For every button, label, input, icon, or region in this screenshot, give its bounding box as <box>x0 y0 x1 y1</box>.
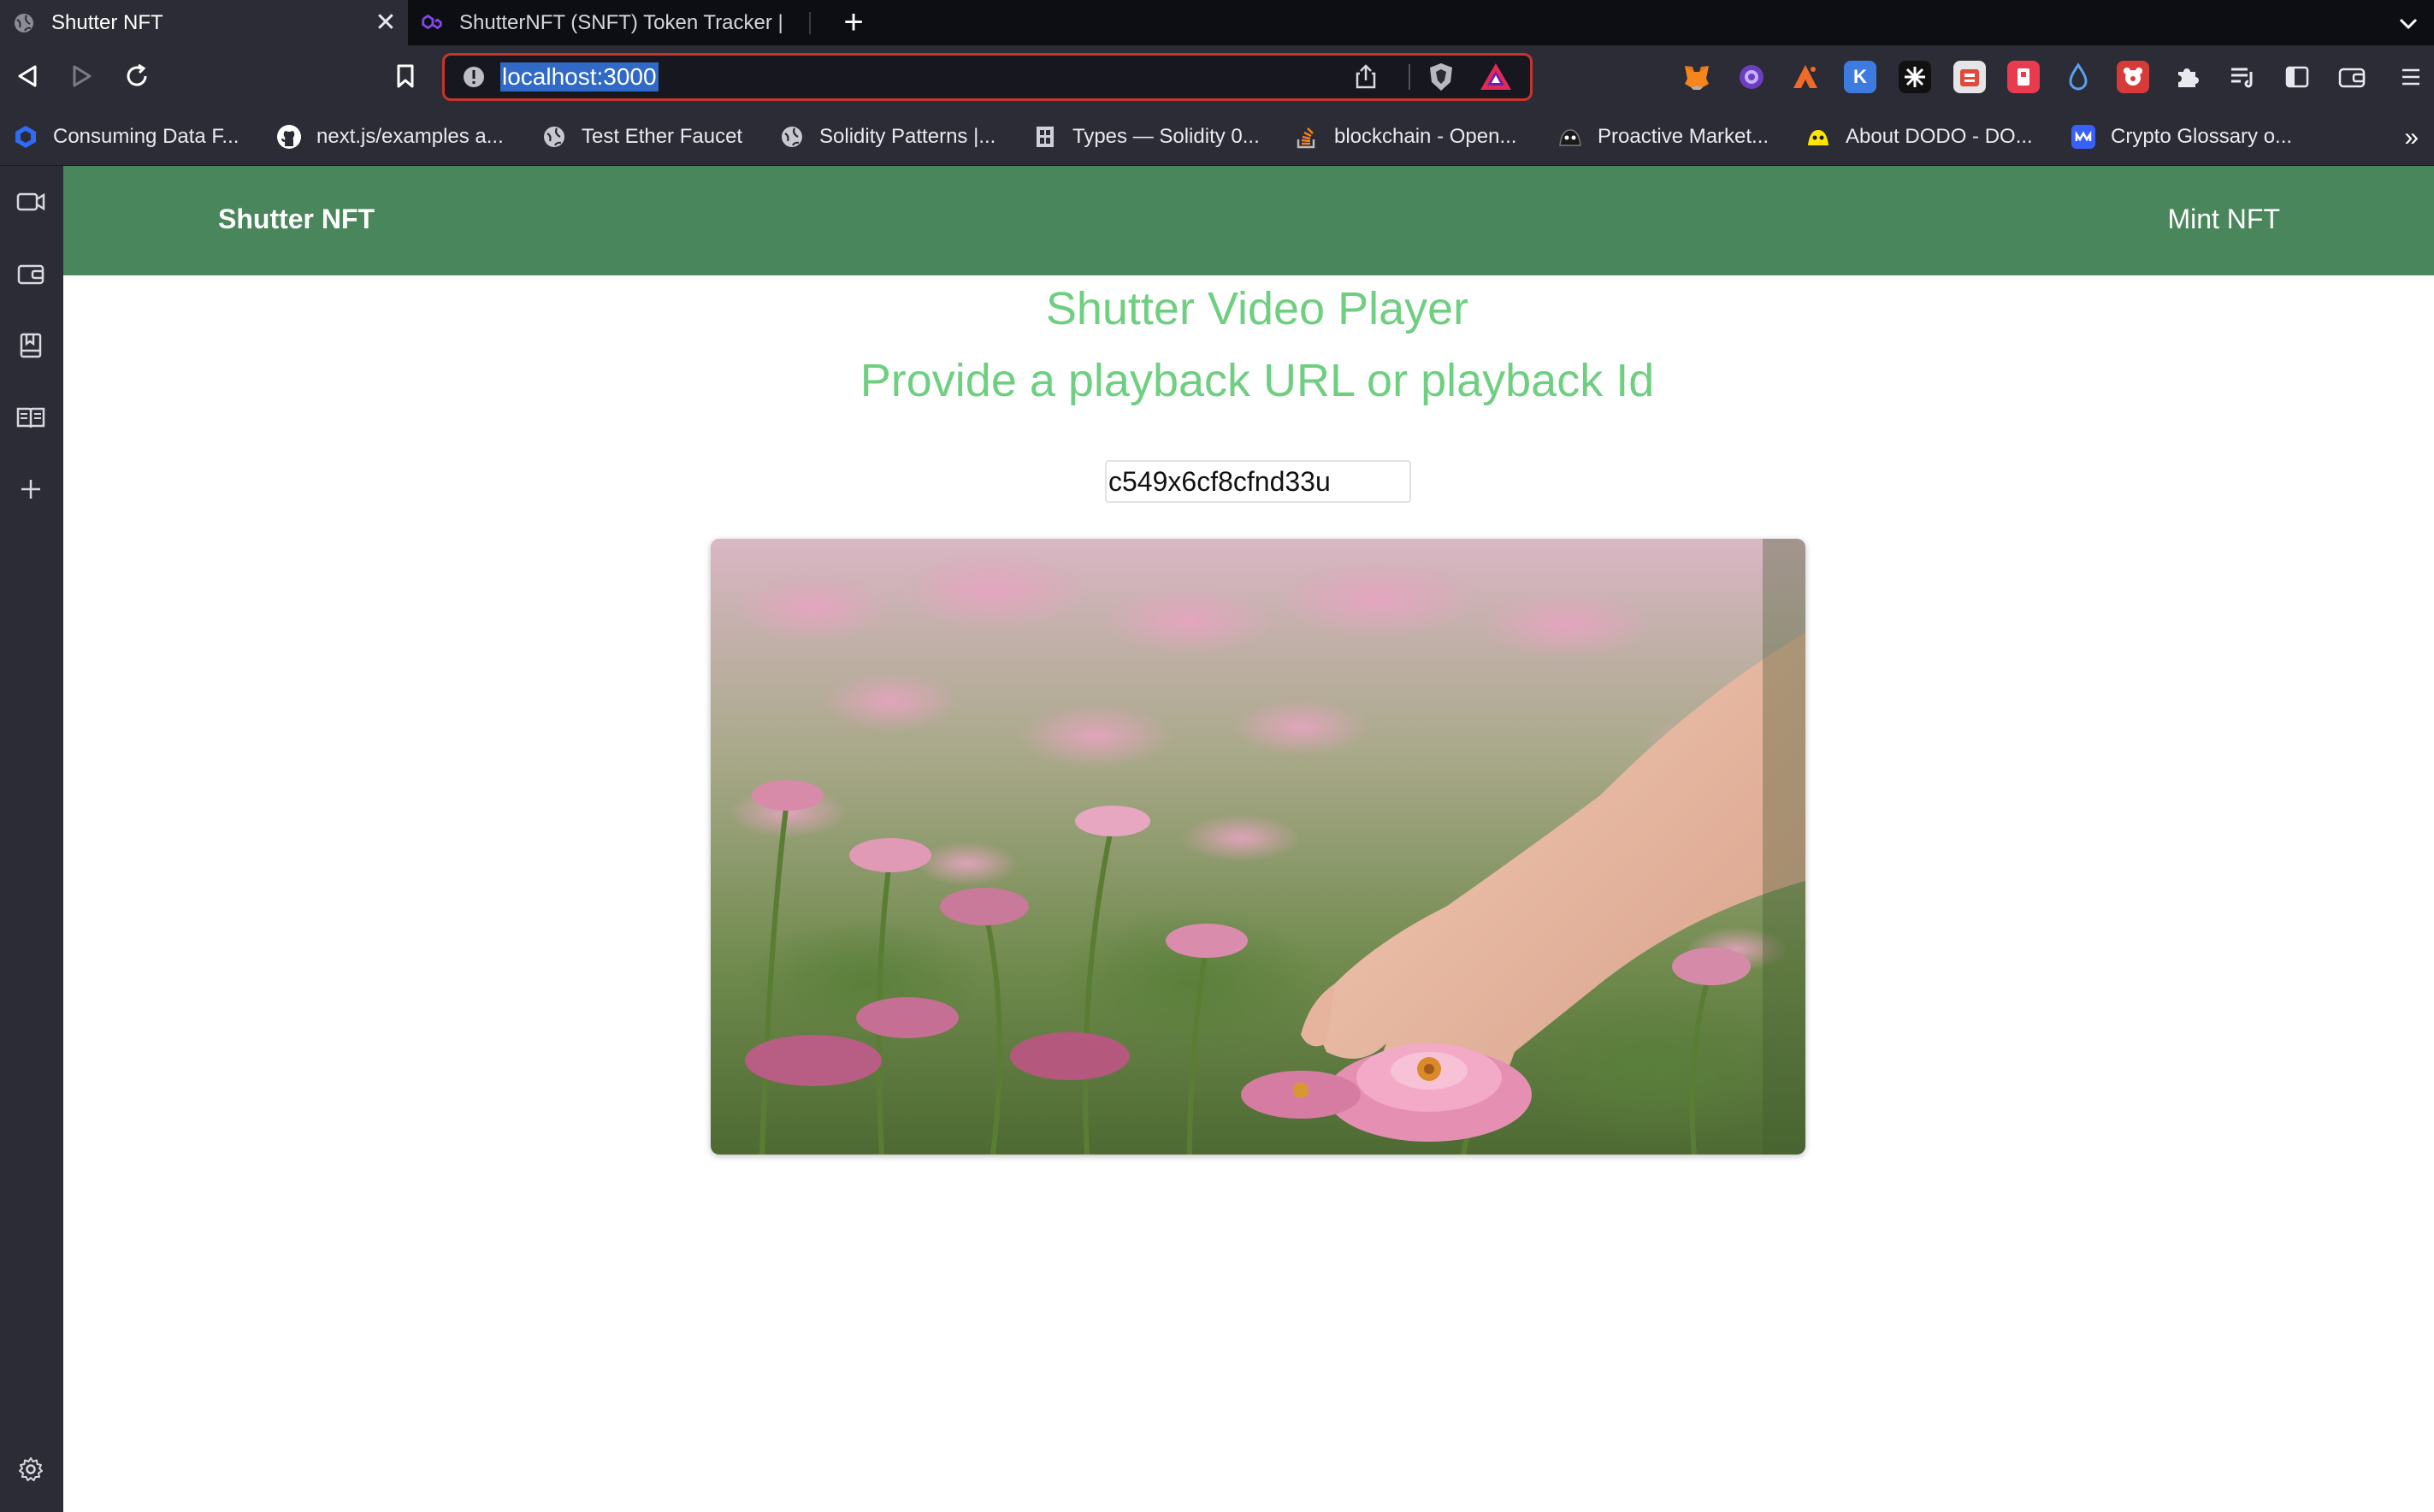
video-camera-icon[interactable] <box>9 180 53 224</box>
k-extension-icon[interactable]: K <box>1844 61 1876 93</box>
tab-title: ShutterNFT (SNFT) Token Tracker | <box>459 10 783 34</box>
bookmark-item[interactable]: blockchain - Open... <box>1293 120 1516 154</box>
tab-divider <box>809 12 811 34</box>
extension-icon[interactable] <box>1953 61 1986 93</box>
extension-icon[interactable] <box>2007 61 2040 93</box>
bookmark-label: Solidity Patterns |... <box>819 125 996 148</box>
divider <box>1409 64 1410 90</box>
extension-icon[interactable] <box>1899 61 1931 93</box>
bookmark-label: Crypto Glossary o... <box>2111 125 2293 148</box>
video-player[interactable] <box>711 539 1805 1155</box>
browser-toolbar: localhost:3000 K <box>0 45 2434 108</box>
bookmark-icon[interactable] <box>383 54 428 98</box>
reload-icon[interactable] <box>115 54 159 98</box>
mint-nft-link[interactable]: Mint NFT <box>2167 204 2280 235</box>
stackoverflow-icon <box>1293 123 1320 151</box>
solidity-icon <box>1031 123 1059 151</box>
brave-rewards-icon[interactable] <box>1479 62 1513 92</box>
bookmark-label: Consuming Data F... <box>53 125 239 148</box>
sidebar-icon[interactable] <box>2281 61 2313 93</box>
hexagon-icon <box>12 123 39 151</box>
bookmark-item[interactable]: Types — Solidity 0... <box>1031 120 1260 154</box>
extension-icon[interactable] <box>1789 61 1822 93</box>
app-navbar: Shutter NFT Mint NFT <box>63 166 2434 275</box>
bookmark-label: next.js/examples a... <box>316 125 504 148</box>
bookmark-item[interactable]: Consuming Data F... <box>12 120 239 154</box>
bookmark-item[interactable]: Solidity Patterns |... <box>778 120 995 154</box>
bookmark-item[interactable]: Test Ether Faucet <box>541 120 742 154</box>
video-frame <box>711 539 1805 1155</box>
add-icon[interactable] <box>9 467 53 511</box>
dodo-icon <box>1805 123 1832 151</box>
dodo-icon <box>1557 123 1584 151</box>
share-icon[interactable] <box>1352 63 1379 91</box>
drop-icon[interactable] <box>2062 61 2094 93</box>
extension-icon[interactable] <box>1735 61 1768 93</box>
globe-icon <box>778 123 806 151</box>
bookmark-item[interactable]: About DODO - DO... <box>1805 120 2033 154</box>
bookmark-item[interactable]: Crypto Glossary o... <box>2070 120 2292 154</box>
gear-icon[interactable] <box>9 1447 53 1491</box>
reading-list-icon[interactable] <box>9 323 53 368</box>
coinmarketcap-icon <box>2070 123 2097 151</box>
github-icon <box>275 123 303 151</box>
brave-shields-icon[interactable] <box>1426 62 1456 92</box>
web-page: Shutter NFT Mint NFT Shutter Video Playe… <box>63 166 2434 1512</box>
tab-title: Shutter NFT <box>51 10 163 34</box>
playback-id-input[interactable] <box>1105 460 1411 503</box>
puzzle-icon[interactable] <box>2171 61 2204 93</box>
globe-icon <box>541 123 568 151</box>
bookmark-label: Types — Solidity 0... <box>1072 125 1260 148</box>
tab-snft-tracker[interactable]: ShutterNFT (SNFT) Token Tracker | <box>408 0 810 45</box>
page-title: Shutter Video Player <box>1045 283 1469 334</box>
tab-shutter-nft[interactable]: Shutter NFT ✕ <box>0 0 408 45</box>
tab-strip: Shutter NFT ✕ ShutterNFT (SNFT) Token Tr… <box>0 0 2434 45</box>
globe-icon <box>12 11 36 35</box>
site-info-icon[interactable] <box>462 65 486 89</box>
url-text[interactable]: localhost:3000 <box>500 62 659 92</box>
back-icon[interactable] <box>5 54 50 98</box>
bookmark-label: Test Ether Faucet <box>582 125 743 148</box>
page-subtitle: Provide a playback URL or playback Id <box>860 355 1655 406</box>
bookmark-item[interactable]: next.js/examples a... <box>275 120 504 154</box>
bookmarks-overflow-icon[interactable]: » <box>2404 123 2419 152</box>
wallet-icon[interactable] <box>9 251 53 296</box>
bookmark-item[interactable]: Proactive Market... <box>1557 120 1769 154</box>
address-bar[interactable]: localhost:3000 <box>442 53 1533 101</box>
new-tab-icon[interactable]: + <box>836 5 871 39</box>
forward-icon[interactable] <box>60 54 104 98</box>
bookmarks-icon[interactable] <box>9 395 53 440</box>
polygon-icon <box>420 11 444 35</box>
playlist-icon[interactable] <box>2226 61 2259 93</box>
bookmarks-bar: Consuming Data F... next.js/examples a..… <box>0 108 2434 166</box>
browser-sidebar <box>0 166 63 1512</box>
bookmark-label: Proactive Market... <box>1598 125 1769 148</box>
brand-link[interactable]: Shutter NFT <box>218 204 375 235</box>
wallet-icon[interactable] <box>2336 61 2368 93</box>
chevron-down-icon[interactable] <box>2391 7 2425 41</box>
menu-icon[interactable] <box>2395 61 2427 93</box>
extension-icon[interactable] <box>2117 61 2149 93</box>
metamask-icon[interactable] <box>1681 61 1713 93</box>
bookmark-label: blockchain - Open... <box>1334 125 1517 148</box>
bookmark-label: About DODO - DO... <box>1846 125 2033 148</box>
close-icon[interactable]: ✕ <box>369 6 403 40</box>
